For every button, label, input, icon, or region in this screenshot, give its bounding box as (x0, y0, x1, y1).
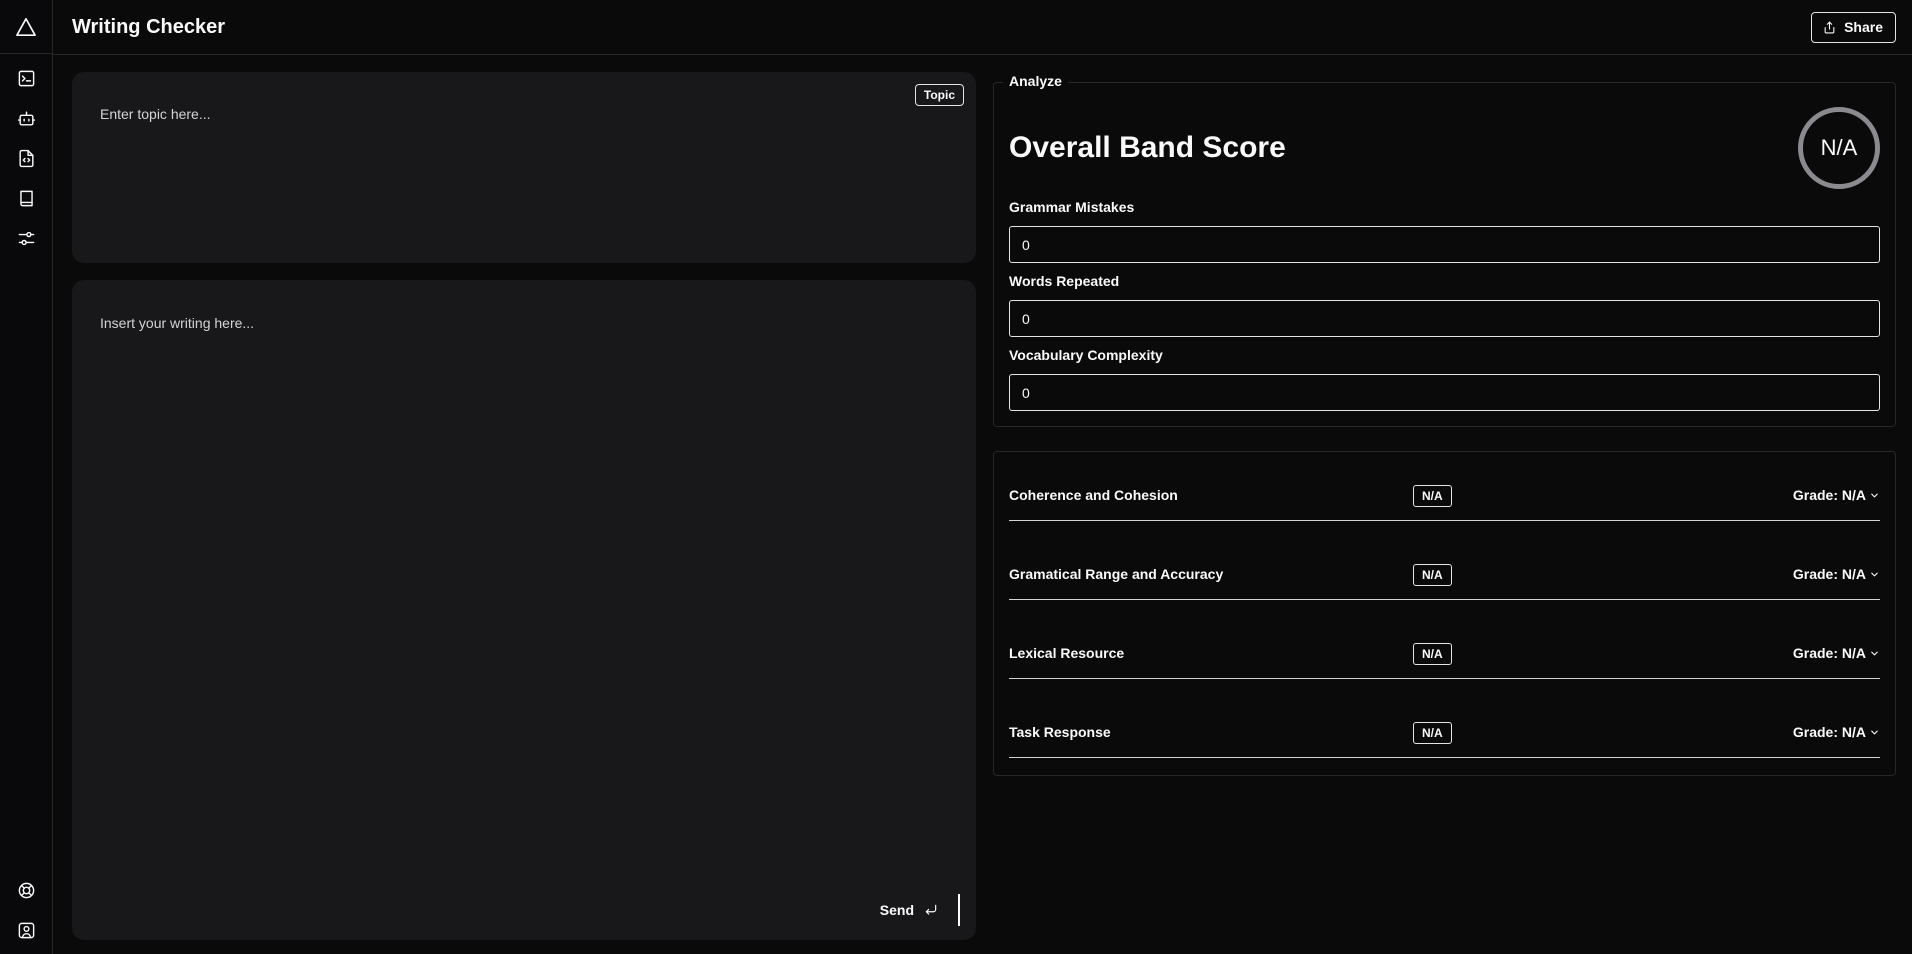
criteria-grade: Grade: N/A (1793, 485, 1880, 503)
send-label: Send (879, 902, 914, 918)
grammar-mistakes-label: Grammar Mistakes (1009, 199, 1135, 215)
chevron-down-icon (1871, 572, 1878, 576)
chevron-down-icon (1871, 651, 1878, 655)
share-icon (1824, 21, 1835, 33)
top-header: Writing Checker Share (53, 0, 1912, 55)
logo-area (0, 0, 52, 54)
criteria-grade: Grade: N/A (1793, 722, 1880, 740)
settings-sliders-icon (18, 231, 34, 245)
words-repeated-field[interactable] (1009, 300, 1880, 337)
criteria-score-badge: N/A (1413, 485, 1452, 507)
criteria-grade: Grade: N/A (1793, 643, 1880, 661)
criteria-name: Task Response (1009, 724, 1111, 740)
sidebar-item-book[interactable] (13, 185, 39, 211)
share-label: Share (1844, 19, 1883, 35)
enter-return-icon (925, 904, 937, 915)
user-profile-icon (18, 922, 34, 938)
vocabulary-complexity-field[interactable] (1009, 374, 1880, 411)
criteria-name: Gramatical Range and Accuracy (1009, 566, 1224, 582)
band-score-ring: N/A (1798, 107, 1880, 189)
sidebar-item-settings[interactable] (13, 225, 39, 251)
criteria-score-badge: N/A (1413, 722, 1452, 744)
criteria-grade-text: Grade: N/A (1792, 487, 1866, 503)
help-lifebuoy-icon (18, 882, 34, 898)
band-score-value: N/A (1820, 135, 1858, 160)
criteria-row-lexical-resource[interactable]: Lexical Resource N/A Grade: N/A (1009, 643, 1880, 679)
file-code-icon (18, 149, 34, 167)
writing-input-panel[interactable]: Insert your writing here... Send (72, 280, 976, 940)
criteria-grade-text: Grade: N/A (1792, 724, 1866, 740)
criteria-row-coherence[interactable]: Coherence and Cohesion N/A Grade: N/A (1009, 485, 1880, 521)
sidebar-item-file-code[interactable] (13, 145, 39, 171)
sidebar-item-profile[interactable] (13, 917, 39, 943)
criteria-grade-text: Grade: N/A (1792, 645, 1866, 661)
terminal-icon (18, 70, 34, 86)
grammar-mistakes-field[interactable] (1009, 226, 1880, 263)
topic-badge: Topic (914, 84, 964, 106)
sidebar-item-bot[interactable] (13, 105, 39, 131)
criteria-row-task-response[interactable]: Task Response N/A Grade: N/A (1009, 722, 1880, 758)
topic-input-panel[interactable]: Enter topic here... Topic (72, 72, 976, 263)
criteria-name: Lexical Resource (1009, 645, 1125, 661)
chevron-down-icon (1871, 493, 1878, 497)
criteria-row-grammatical-range[interactable]: Gramatical Range and Accuracy N/A Grade:… (1009, 564, 1880, 600)
criteria-name: Coherence and Cohesion (1009, 487, 1178, 503)
chevron-down-icon (1871, 730, 1878, 734)
sidebar (0, 0, 53, 954)
overall-band-title: Overall Band Score (1009, 131, 1286, 164)
writing-placeholder: Insert your writing here... (100, 315, 255, 331)
send-button[interactable]: Send (880, 894, 960, 926)
bot-icon (17, 110, 35, 126)
criteria-score-badge: N/A (1413, 564, 1452, 586)
sidebar-item-help[interactable] (13, 877, 39, 903)
vocabulary-complexity-label: Vocabulary Complexity (1009, 347, 1163, 363)
criteria-grade-text: Grade: N/A (1792, 566, 1866, 582)
book-icon (19, 190, 33, 206)
words-repeated-label: Words Repeated (1009, 273, 1120, 289)
criteria-grade: Grade: N/A (1793, 564, 1880, 582)
app-root: Writing Checker Share Enter topic here..… (0, 0, 1912, 954)
sidebar-item-terminal[interactable] (13, 65, 39, 91)
share-button[interactable]: Share (1811, 11, 1896, 43)
criteria-score-badge: N/A (1413, 643, 1452, 665)
triangle-logo-icon[interactable] (15, 17, 37, 37)
text-cursor (958, 894, 960, 926)
page-title: Writing Checker (72, 15, 225, 38)
topic-placeholder: Enter topic here... (100, 106, 211, 122)
analyze-legend: Analyze (1003, 73, 1068, 89)
